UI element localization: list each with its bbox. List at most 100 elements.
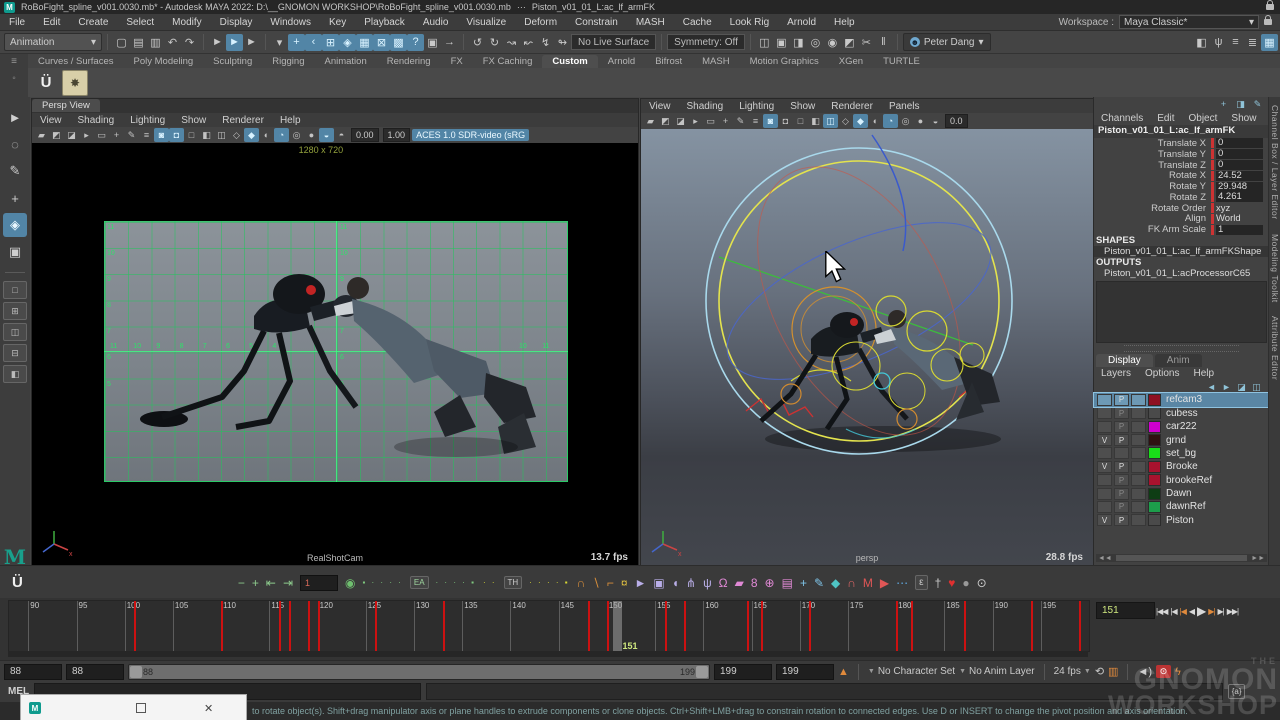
bookmark-icon[interactable]: ▸ [688, 114, 703, 128]
colorspace-chip[interactable]: ACES 1.0 SDR-video (sRG [412, 129, 529, 141]
depth-of-field-icon[interactable]: ◐ [259, 128, 274, 142]
screen-ao-icon[interactable]: ◫ [823, 114, 838, 128]
layer-playback-toggle[interactable]: P [1114, 394, 1129, 406]
shelf-tab[interactable]: Animation [314, 55, 376, 68]
channel-box-menu-item[interactable]: Show [1224, 113, 1263, 124]
floating-window-titlebar[interactable]: M ✕ [20, 694, 247, 720]
bhghost-shelf-button[interactable]: Ü [34, 71, 58, 95]
mute-audio-icon[interactable]: ◄) [1137, 666, 1152, 678]
render-settings-icon[interactable]: ◎ [807, 34, 824, 51]
layer-row[interactable]: P car222 [1094, 420, 1269, 433]
layer-playback-toggle[interactable]: P [1114, 421, 1129, 433]
rotate-tool[interactable]: ◈ [3, 213, 27, 237]
channel-value-field[interactable]: 1 [1211, 225, 1263, 235]
layer-editor-tab[interactable]: Display [1096, 354, 1153, 367]
viewport-menu-item[interactable]: Panels [881, 101, 928, 112]
cursor-icon[interactable]: ► [635, 577, 647, 589]
shadows-icon[interactable]: ◧ [199, 128, 214, 142]
xray-icon[interactable]: ◎ [898, 114, 913, 128]
layer-color-swatch[interactable] [1148, 474, 1161, 486]
layer-color-swatch[interactable] [1148, 394, 1161, 406]
channel-edit-icon[interactable]: ✎ [1250, 97, 1265, 111]
layer-playback-toggle[interactable]: P [1114, 461, 1129, 473]
menu-item[interactable]: Visualize [457, 17, 515, 28]
select-object-icon[interactable]: ► [226, 34, 243, 51]
ease-in-icon[interactable]: ∩ [577, 577, 586, 589]
pause-viewport-icon[interactable]: ‖ [875, 34, 892, 51]
ease-out-icon[interactable]: ⌐ [607, 577, 614, 589]
menu-item[interactable]: Key [320, 17, 355, 28]
menu-item[interactable]: Constrain [566, 17, 627, 28]
tween-machine-shelf-button[interactable]: ✸ [62, 70, 88, 96]
menu-item[interactable]: Audio [414, 17, 458, 28]
grease-pencil-icon[interactable]: ✎ [124, 128, 139, 142]
layer-color-swatch[interactable] [1148, 447, 1161, 459]
motion-blur-icon[interactable]: ◇ [229, 128, 244, 142]
layer-display-type-toggle[interactable] [1131, 514, 1146, 526]
current-time-field[interactable]: 151 [1096, 602, 1155, 619]
viewport-menu-item[interactable]: View [641, 101, 679, 112]
wireframe-icon[interactable]: ≡ [139, 128, 154, 142]
layer-display-type-toggle[interactable] [1131, 434, 1146, 446]
layer-visibility-toggle[interactable]: V [1097, 461, 1112, 473]
snap-grid-icon[interactable]: ⊞ [322, 34, 339, 51]
launch-application-icon[interactable]: ✂ [858, 34, 875, 51]
scrollbar-thumb[interactable] [1116, 555, 1247, 561]
auto-key-icon[interactable]: ϟ [1175, 666, 1181, 678]
step-back-frame-button[interactable]: |◀ [1169, 605, 1177, 618]
shelf-tab[interactable]: Custom [542, 55, 597, 68]
shape-node-name[interactable]: Piston_v01_01_L:ac_lf_armFKShape [1094, 246, 1269, 257]
layer-visibility-toggle[interactable] [1097, 407, 1112, 419]
jump-next-key-icon[interactable]: ⇥ [283, 577, 293, 589]
layout-two-pane-stacked[interactable]: ⊟ [3, 344, 27, 362]
ghost-icon[interactable]: Ω [719, 577, 728, 589]
live-surface-field[interactable]: No Live Surface [571, 34, 656, 50]
tween2-dots-right[interactable]: · · · · ▪ [529, 578, 569, 587]
lasso-select-tool[interactable]: ◌ [3, 132, 27, 156]
ea-button[interactable]: EA [410, 576, 429, 589]
close-window-icon[interactable]: ✕ [204, 702, 213, 715]
snap-menu-arrow-icon[interactable]: ▾ [271, 34, 288, 51]
layout-two-pane-side[interactable]: ◫ [3, 323, 27, 341]
channel-value-field[interactable]: xyz [1211, 203, 1263, 213]
channel-box-menu-item[interactable]: Channels [1094, 113, 1150, 124]
layer-row[interactable]: P dawnRef [1094, 500, 1269, 513]
layer-visibility-toggle[interactable] [1097, 421, 1112, 433]
character-controls-icon[interactable]: ψ [1210, 34, 1227, 51]
workspace-dropdown[interactable]: Maya Classic*▾ [1119, 15, 1259, 29]
construction-history-icon-4[interactable]: ↬ [554, 34, 571, 51]
user-dropdown[interactable]: ☻ Peter Dang ▾ [903, 33, 991, 51]
snap-help-icon[interactable]: ? [407, 34, 424, 51]
lighting-icon[interactable]: □ [184, 128, 199, 142]
tween2-dots-left[interactable]: · · [483, 578, 497, 587]
current-time-indicator[interactable]: 151 [613, 601, 622, 651]
render-view-icon[interactable]: ◫ [756, 34, 773, 51]
pivot-icon[interactable]: + [800, 577, 807, 589]
tween-dots-left[interactable]: ▪ · · · · [362, 578, 402, 587]
move-tool[interactable]: + [3, 186, 27, 210]
diamond-icon[interactable]: ◆ [831, 577, 840, 589]
scroll-left-icon[interactable]: ◄◄ [1096, 555, 1114, 562]
menu-item[interactable]: Edit [34, 17, 69, 28]
layer-editor-menu-item[interactable]: Layers [1094, 368, 1138, 379]
render-current-frame-icon[interactable]: ▣ [773, 34, 790, 51]
th-button[interactable]: TH [504, 576, 523, 589]
snap-move-icon[interactable]: + [288, 34, 305, 51]
menu-item[interactable]: Help [825, 17, 864, 28]
layer-visibility-toggle[interactable] [1097, 501, 1112, 513]
shelf-tab[interactable]: MASH [692, 55, 739, 68]
layer-display-type-toggle[interactable] [1131, 394, 1146, 406]
tool-settings-icon[interactable]: ≡ [1227, 34, 1244, 51]
go-to-end-button[interactable]: ▶▶| [1226, 605, 1239, 618]
tween-minus-icon[interactable]: − [238, 577, 245, 589]
layer-playback-toggle[interactable]: P [1114, 474, 1129, 486]
clipboard-icon[interactable]: ▤ [782, 577, 793, 589]
power-icon[interactable]: ◉ [345, 577, 355, 589]
layer-display-type-toggle[interactable] [1131, 447, 1146, 459]
layer-playback-toggle[interactable] [1114, 447, 1129, 459]
shaded-icon[interactable]: ◙ [763, 114, 778, 128]
exposure-icon[interactable]: ◒ [928, 114, 943, 128]
layer-visibility-toggle[interactable] [1097, 394, 1112, 406]
gamma-field[interactable]: 1.00 [383, 128, 411, 142]
menu-item[interactable]: File [0, 17, 34, 28]
